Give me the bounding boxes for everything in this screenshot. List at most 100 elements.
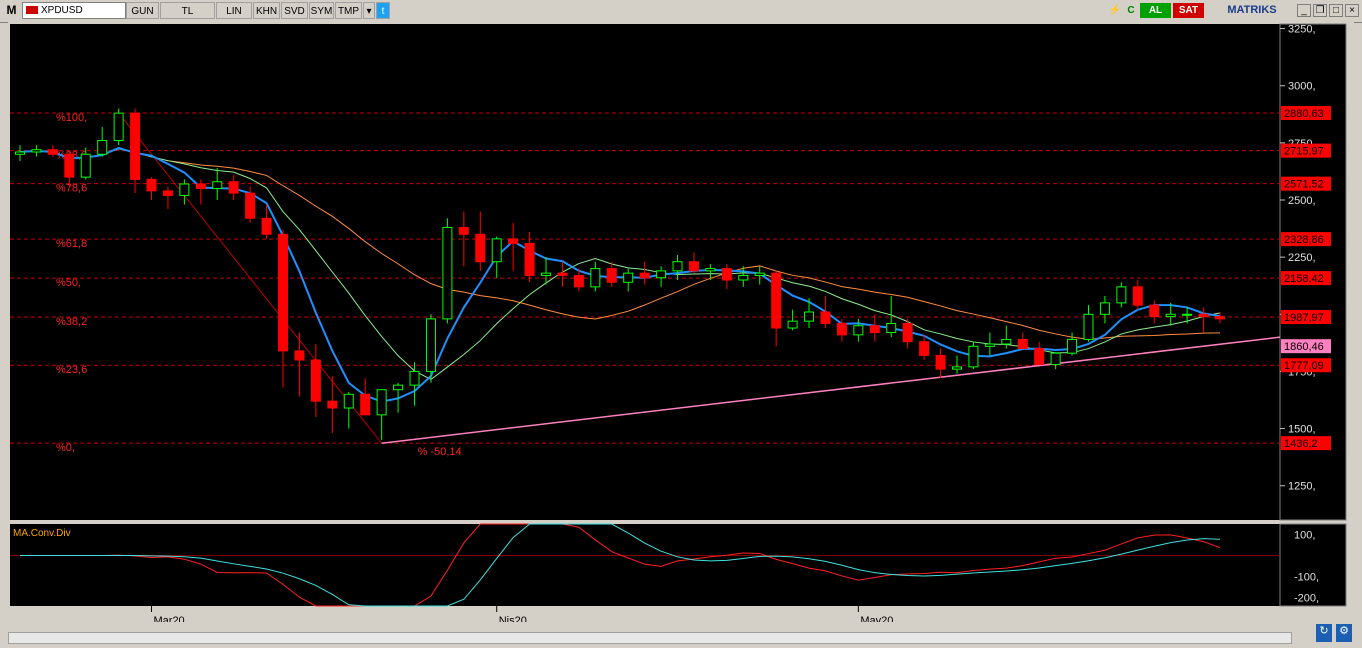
toolbar-button-khn[interactable]: KHN [253, 2, 280, 19]
minimize-icon[interactable]: _ [1297, 4, 1311, 17]
candle-body [130, 112, 141, 180]
candle-body [1067, 338, 1078, 354]
candle-body [1182, 313, 1193, 316]
candle-body [1050, 352, 1061, 366]
candle-body [1165, 313, 1176, 318]
candle-body [393, 384, 404, 391]
macd-label: MA.Conv.Div [13, 528, 71, 539]
period-button[interactable]: GUN [126, 2, 159, 19]
candle-body [195, 183, 206, 190]
candle-body [804, 311, 815, 322]
fib-level-label: %23,6 [56, 364, 87, 376]
buy-button[interactable]: AL [1140, 3, 1171, 18]
sell-button[interactable]: SAT [1173, 3, 1204, 18]
symbol-input[interactable]: XPDUSD [22, 2, 126, 19]
candle-body [968, 345, 979, 368]
price-tag-label: 2715,97 [1284, 146, 1324, 158]
candle-body [705, 268, 716, 272]
candle-body [64, 153, 75, 178]
maximize-icon[interactable]: □ [1329, 4, 1343, 17]
candle-body [820, 311, 831, 324]
toolbar-button-tmp[interactable]: TMP [335, 2, 362, 19]
date-label: Mar20 [154, 615, 185, 622]
fib-level-label: %38,2 [56, 316, 87, 328]
candle-body [573, 274, 584, 288]
flag-icon [26, 6, 38, 14]
price-tick-label: 2500, [1288, 195, 1316, 207]
candle-body [212, 181, 223, 190]
candle-body [491, 238, 502, 263]
sync-icon[interactable]: ↻ [1316, 624, 1332, 642]
toolbar: M XPDUSD GUN TL LIN KHN SVD SYM TMP ▾ t … [0, 0, 1362, 23]
price-tag-label: 2571,52 [1284, 179, 1324, 191]
date-label: May20 [860, 615, 893, 622]
scale-button[interactable]: LIN [216, 2, 252, 19]
candle-body [360, 393, 371, 416]
price-tag-label: 1436,2 [1284, 438, 1318, 450]
close-icon[interactable]: × [1345, 4, 1359, 17]
candle-body [754, 272, 765, 276]
candle-body [787, 320, 798, 329]
candle-body [179, 183, 190, 196]
candle-body [162, 190, 173, 196]
fib-level-label: %0, [56, 442, 75, 454]
candle-body [409, 370, 420, 386]
macd-tick-label: -100, [1294, 572, 1319, 584]
candle-body [623, 272, 634, 283]
candle-body [458, 226, 469, 235]
candle-body [688, 261, 699, 272]
candle-body [1215, 316, 1225, 320]
date-label: Nis20 [499, 615, 527, 622]
candle-body [590, 268, 601, 288]
horizontal-scrollbar[interactable] [8, 632, 1292, 644]
macd-tick-label: -200, [1294, 593, 1319, 605]
settings-icon[interactable]: ⚙ [1336, 624, 1352, 642]
toolbar-button-svd[interactable]: SVD [281, 2, 308, 19]
price-tick-label: 3000, [1288, 81, 1316, 93]
candle-body [656, 270, 667, 279]
candle-body [1198, 313, 1209, 318]
candle-body [771, 272, 782, 329]
candle-body [935, 354, 946, 370]
candle-body [721, 268, 732, 281]
candle-body [80, 153, 91, 178]
app-logo: M [6, 3, 17, 17]
price-tag-label: 2328,86 [1284, 234, 1324, 246]
candle-body [261, 217, 272, 235]
candle-body [425, 318, 436, 372]
toolbar-button-sym[interactable]: SYM [309, 2, 334, 19]
macd-panel [10, 524, 1280, 606]
candle-body [919, 341, 930, 356]
candle-body [1001, 338, 1012, 345]
fib-level-label: %78,6 [56, 183, 87, 195]
candle-body [31, 149, 42, 153]
candle-body [475, 233, 486, 263]
candle-body [228, 181, 239, 194]
candle-body [1017, 338, 1028, 350]
candle-body [376, 389, 387, 416]
twitter-icon[interactable]: t [376, 2, 390, 19]
price-tag-label: 1987,97 [1284, 312, 1324, 324]
refresh-icon[interactable]: C [1124, 2, 1138, 19]
lightning-icon[interactable]: ⚡ [1108, 2, 1122, 19]
candle-body [278, 233, 289, 352]
fib-level-label: %50, [56, 277, 81, 289]
retracement-annotation: % -50,14 [418, 446, 462, 458]
candle-body [524, 242, 535, 276]
currency-button[interactable]: TL [160, 2, 215, 19]
candle-body [1116, 286, 1127, 304]
candle-body [47, 149, 58, 155]
candle-body [836, 322, 847, 336]
candle-body [1099, 302, 1110, 315]
fib-level-label: %61,8 [56, 238, 87, 250]
restore-icon[interactable]: ❐ [1313, 4, 1327, 17]
candle-body [146, 178, 157, 192]
price-chart[interactable]: 3250,3000,2750,2500,2250,2000,1750,1500,… [8, 22, 1354, 622]
price-tick-label: 3250, [1288, 24, 1316, 36]
candle-body [327, 400, 338, 409]
candle-body [97, 140, 108, 155]
dropdown-arrow-icon[interactable]: ▾ [363, 2, 375, 19]
candle-body [951, 366, 962, 370]
candle-body [113, 112, 124, 142]
candle-body [738, 274, 749, 281]
